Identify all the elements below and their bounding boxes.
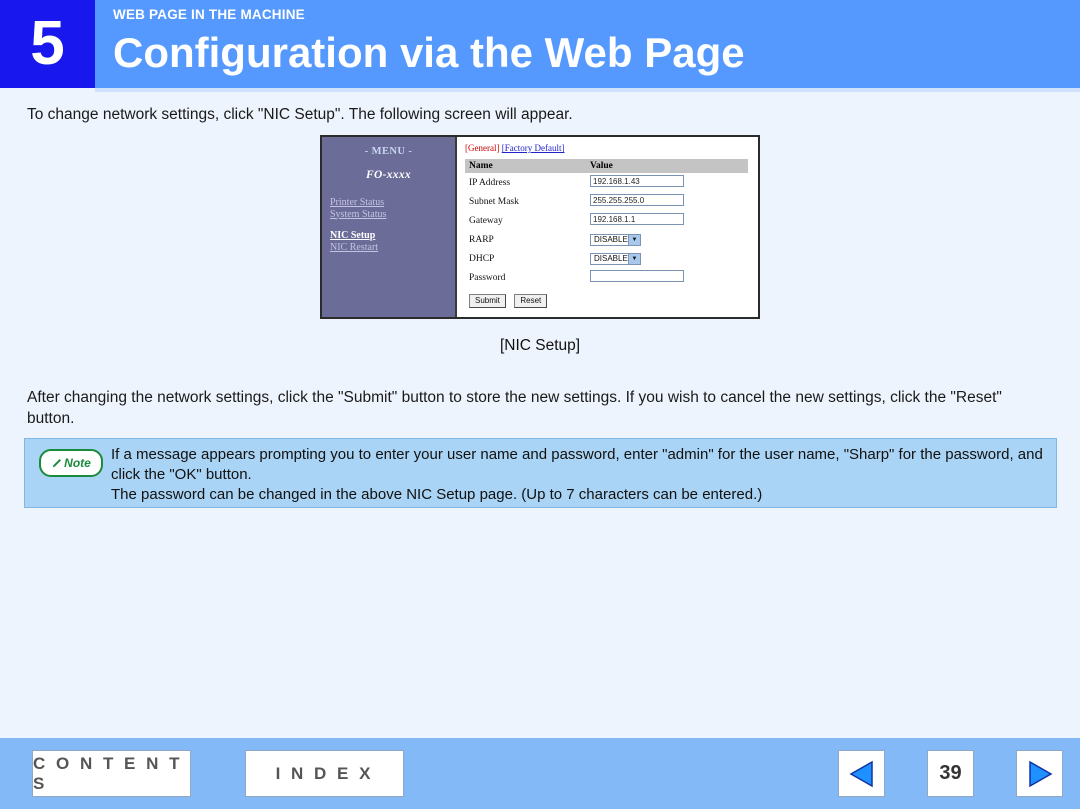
column-header-value: Value xyxy=(586,159,748,173)
chevron-down-icon: ▼ xyxy=(628,234,640,245)
next-page-button[interactable] xyxy=(1016,750,1063,797)
triangle-right-icon xyxy=(1028,760,1053,787)
row-label-dhcp: DHCP xyxy=(469,253,495,264)
page-header: 5 WEB PAGE IN THE MACHINE Configuration … xyxy=(0,0,1080,88)
row-label-ip-address: IP Address xyxy=(469,177,511,188)
table-row: Password xyxy=(465,268,748,287)
embedded-form-buttons: Submit Reset xyxy=(465,290,750,308)
nic-setup-figure: - MENU - FO-xxxx Printer Status System S… xyxy=(320,135,760,319)
row-value-ip-address: 192.168.1.43 xyxy=(586,173,748,192)
header-text-group: WEB PAGE IN THE MACHINE Configuration vi… xyxy=(113,6,745,81)
submit-button[interactable]: Submit xyxy=(469,294,506,308)
rarp-select[interactable]: DISABLE ▼ xyxy=(590,233,641,246)
nic-settings-table: Name Value IP Address 192.168.1.43 Subne… xyxy=(465,159,748,287)
row-label-rarp: RARP xyxy=(469,234,494,245)
row-label-subnet-mask: Subnet Mask xyxy=(469,196,519,207)
row-value-password xyxy=(586,268,748,287)
intro-paragraph: To change network settings, click "NIC S… xyxy=(27,106,573,123)
figure-caption: [NIC Setup] xyxy=(499,337,581,354)
row-value-dhcp: DISABLE ▼ xyxy=(586,249,748,268)
sidebar-link-spacer xyxy=(330,220,455,230)
header-kicker: WEB PAGE IN THE MACHINE xyxy=(113,7,305,22)
dhcp-select[interactable]: DISABLE ▼ xyxy=(590,252,641,265)
note-line-2: The password can be changed in the above… xyxy=(111,486,763,503)
column-header-name: Name xyxy=(465,159,586,173)
toplink-general[interactable]: [General] xyxy=(465,143,499,153)
dhcp-select-value: DISABLE xyxy=(594,253,628,263)
table-row: Subnet Mask 255.255.255.0 xyxy=(465,192,748,211)
embedded-sidebar: - MENU - FO-xxxx Printer Status System S… xyxy=(322,137,455,317)
embedded-browser-screenshot: - MENU - FO-xxxx Printer Status System S… xyxy=(320,135,760,319)
embedded-sidebar-links: Printer Status System Status NIC Setup N… xyxy=(322,197,455,253)
page-number-indicator: 39 xyxy=(927,750,974,797)
header-underline xyxy=(95,88,1080,92)
sidebar-link-system-status[interactable]: System Status xyxy=(330,209,455,221)
after-paragraph: After changing the network settings, cli… xyxy=(27,389,1002,427)
table-header-row: Name Value xyxy=(465,159,748,173)
subnet-mask-field[interactable]: 255.255.255.0 xyxy=(590,194,684,206)
table-row: RARP DISABLE ▼ xyxy=(465,230,748,249)
page-footer: C O N T E N T S I N D E X 39 xyxy=(0,738,1080,809)
embedded-toplinks: [General] [Factory Default] xyxy=(465,143,750,153)
password-field[interactable] xyxy=(590,270,684,282)
note-badge: Note xyxy=(39,449,103,477)
index-button[interactable]: I N D E X xyxy=(245,750,404,797)
rarp-select-value: DISABLE xyxy=(594,234,628,244)
sidebar-link-nic-setup[interactable]: NIC Setup xyxy=(330,230,455,242)
chevron-down-icon: ▼ xyxy=(628,253,640,264)
row-label-password: Password xyxy=(469,272,506,283)
table-row: DHCP DISABLE ▼ xyxy=(465,249,748,268)
previous-page-button[interactable] xyxy=(838,750,885,797)
page-title: Configuration via the Web Page xyxy=(113,29,745,76)
row-value-gateway: 192.168.1.1 xyxy=(586,211,748,230)
row-label-gateway: Gateway xyxy=(469,215,503,226)
note-line-1: If a message appears prompting you to en… xyxy=(111,446,1043,483)
table-row: Gateway 192.168.1.1 xyxy=(465,211,748,230)
reset-button[interactable]: Reset xyxy=(514,294,548,308)
embedded-model-name: FO-xxxx xyxy=(366,169,411,181)
chapter-number-badge: 5 xyxy=(0,0,95,88)
table-row: IP Address 192.168.1.43 xyxy=(465,173,748,192)
sidebar-link-nic-restart[interactable]: NIC Restart xyxy=(330,242,455,254)
contents-button[interactable]: C O N T E N T S xyxy=(32,750,191,797)
triangle-left-icon xyxy=(848,760,873,787)
note-body: If a message appears prompting you to en… xyxy=(111,439,1056,505)
note-badge-label: Note xyxy=(64,456,91,470)
embedded-main-pane: [General] [Factory Default] Name Value I… xyxy=(455,137,758,317)
row-value-rarp: DISABLE ▼ xyxy=(586,230,748,249)
sidebar-link-printer-status[interactable]: Printer Status xyxy=(330,197,455,209)
pencil-icon xyxy=(52,458,62,467)
row-value-subnet-mask: 255.255.255.0 xyxy=(586,192,748,211)
ip-address-field[interactable]: 192.168.1.43 xyxy=(590,175,684,187)
embedded-menu-title: - MENU - xyxy=(364,146,413,157)
gateway-field[interactable]: 192.168.1.1 xyxy=(590,213,684,225)
note-callout: Note If a message appears prompting you … xyxy=(24,438,1057,508)
toplink-factory-default[interactable]: [Factory Default] xyxy=(502,143,565,153)
